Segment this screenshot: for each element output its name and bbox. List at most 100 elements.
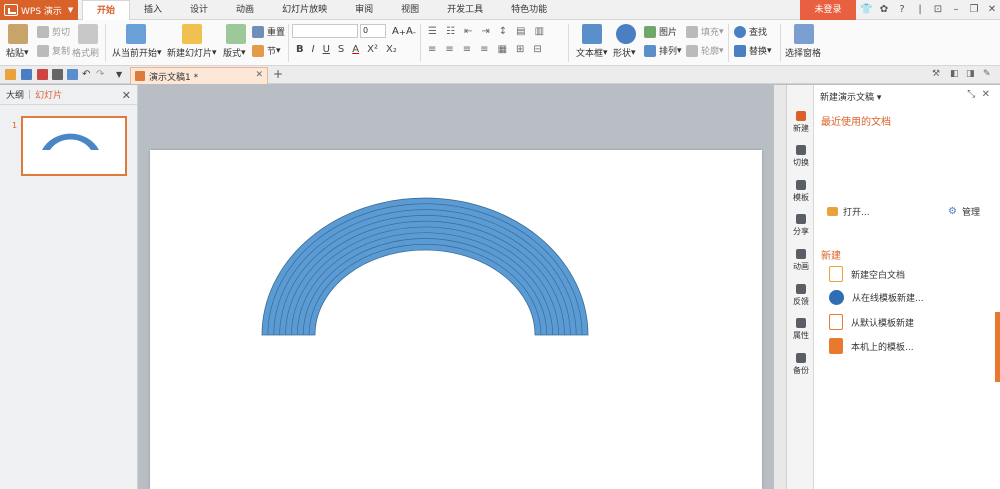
align-right-button[interactable]: ≡ bbox=[463, 44, 471, 55]
columns-button[interactable]: ▥ bbox=[535, 26, 544, 37]
print-icon[interactable] bbox=[52, 69, 63, 80]
outline-button[interactable]: 轮廓 ▾ bbox=[686, 44, 724, 57]
manage-button[interactable]: ⚙ 管理 bbox=[948, 205, 980, 218]
tab-insert[interactable]: 插入 bbox=[130, 0, 176, 20]
login-button[interactable]: 未登录 bbox=[800, 0, 856, 20]
fill-button[interactable]: 填充 ▾ bbox=[686, 25, 724, 38]
decrease-indent-button[interactable]: ⇤ bbox=[464, 26, 472, 37]
restore-ribbon-icon[interactable]: ⊡ bbox=[932, 3, 944, 16]
replace-button[interactable]: 替换 ▾ bbox=[734, 44, 772, 57]
window-icon[interactable]: ◨ bbox=[966, 69, 977, 80]
layout-icon[interactable] bbox=[226, 24, 246, 44]
tab-animation[interactable]: 动画 bbox=[222, 0, 268, 20]
close-icon[interactable]: ✕ bbox=[986, 3, 998, 16]
maximize-icon[interactable]: ❐ bbox=[968, 3, 980, 16]
rail-feedback[interactable]: 反馈 bbox=[787, 284, 815, 307]
smartart-button[interactable]: ⊟ bbox=[533, 44, 541, 55]
export-pdf-icon[interactable] bbox=[37, 69, 48, 80]
new-slide-button[interactable]: 新建幻灯片 ▾ bbox=[167, 46, 217, 60]
superscript-button[interactable]: X² bbox=[367, 44, 378, 55]
align-left-button[interactable]: ≡ bbox=[428, 44, 436, 55]
justify-button[interactable]: ≡ bbox=[480, 44, 488, 55]
align-center-button[interactable]: ≡ bbox=[445, 44, 453, 55]
italic-button[interactable]: I bbox=[312, 44, 315, 55]
shape-icon[interactable] bbox=[616, 24, 636, 44]
wps-app-menu-button[interactable]: WPS 演示 ▼ bbox=[0, 0, 78, 20]
distribute-button[interactable]: ▦ bbox=[498, 44, 507, 55]
doc-icon[interactable]: ◧ bbox=[950, 69, 961, 80]
rail-backup[interactable]: 备份 bbox=[787, 353, 815, 376]
slideshow-icon[interactable] bbox=[126, 24, 146, 44]
open-button[interactable]: 打开... bbox=[827, 205, 870, 218]
open-icon[interactable] bbox=[5, 69, 16, 80]
tab-view[interactable]: 视图 bbox=[387, 0, 433, 20]
tab-review[interactable]: 审阅 bbox=[341, 0, 387, 20]
print-preview-icon[interactable] bbox=[67, 69, 78, 80]
save-icon[interactable] bbox=[21, 69, 32, 80]
shape-button[interactable]: 形状 ▾ bbox=[613, 46, 636, 60]
cut-button[interactable]: 剪切 bbox=[37, 25, 70, 38]
format-painter-button[interactable]: 格式刷 bbox=[72, 46, 99, 59]
tab-developer[interactable]: 开发工具 bbox=[433, 0, 497, 20]
tab-outline[interactable]: 大纲 bbox=[6, 88, 24, 101]
textbox-button[interactable]: 文本框 ▾ bbox=[576, 46, 608, 60]
close-pane-icon[interactable]: ✕ bbox=[982, 89, 990, 100]
feedback-icon[interactable]: ✿ bbox=[878, 3, 890, 16]
tab-home[interactable]: 开始 bbox=[82, 0, 131, 21]
tab-design[interactable]: 设计 bbox=[176, 0, 222, 20]
pane-resize-handle[interactable] bbox=[995, 312, 1000, 382]
numbering-button[interactable]: ☷ bbox=[446, 26, 455, 37]
skin-icon[interactable]: 👕 bbox=[860, 3, 872, 16]
textbox-icon[interactable] bbox=[582, 24, 602, 44]
tab-slides[interactable]: 幻灯片 bbox=[35, 88, 62, 101]
new-slide-icon[interactable] bbox=[182, 24, 202, 44]
font-size-select[interactable]: 0 bbox=[360, 24, 386, 38]
rail-animation[interactable]: 动画 bbox=[787, 249, 815, 272]
tab-slideshow[interactable]: 幻灯片放映 bbox=[268, 0, 341, 20]
help-icon[interactable]: ? bbox=[896, 3, 908, 16]
new-blank-item[interactable]: 新建空白文档 bbox=[829, 266, 905, 282]
paste-icon[interactable] bbox=[8, 24, 28, 44]
reset-button[interactable]: 重置 bbox=[252, 25, 285, 38]
underline-button[interactable]: U bbox=[323, 44, 330, 55]
copy-button[interactable]: 复制 bbox=[37, 44, 70, 57]
tab-special[interactable]: 特色功能 bbox=[497, 0, 561, 20]
align-text-button[interactable]: ⊞ bbox=[516, 44, 524, 55]
customize-toolbar-icon[interactable]: ▼ bbox=[116, 69, 127, 80]
paste-button[interactable]: 粘贴 ▾ bbox=[6, 46, 29, 60]
rail-properties[interactable]: 属性 bbox=[787, 318, 815, 341]
from-current-button[interactable]: 从当前开始 ▾ bbox=[112, 46, 162, 60]
text-direction-button[interactable]: ▤ bbox=[516, 26, 525, 37]
shrink-font-button[interactable]: A- bbox=[406, 26, 416, 37]
dock-icon[interactable]: ⤡ bbox=[967, 89, 975, 100]
default-template-item[interactable]: 从默认模板新建 bbox=[829, 314, 914, 330]
slide-thumbnail[interactable] bbox=[21, 116, 127, 176]
wand-icon[interactable]: ✎ bbox=[983, 69, 994, 80]
rail-share[interactable]: 分享 bbox=[787, 214, 815, 237]
close-tab-icon[interactable]: ✕ bbox=[255, 70, 263, 80]
layout-button[interactable]: 版式 ▾ bbox=[223, 46, 246, 60]
bold-button[interactable]: B bbox=[296, 44, 304, 55]
bullets-button[interactable]: ☰ bbox=[428, 26, 437, 37]
new-tab-button[interactable]: + bbox=[273, 67, 283, 81]
document-tab[interactable]: 演示文稿1 * ✕ bbox=[130, 67, 268, 84]
picture-button[interactable]: 图片 bbox=[644, 25, 677, 38]
slide-canvas[interactable] bbox=[150, 150, 762, 489]
grow-font-button[interactable]: A + bbox=[392, 26, 406, 37]
arc-shape[interactable] bbox=[150, 150, 762, 489]
vertical-scrollbar[interactable] bbox=[774, 85, 786, 489]
rail-new[interactable]: 新建 bbox=[787, 111, 815, 134]
task-pane-title[interactable]: 新建演示文稿 ▾ bbox=[820, 90, 881, 103]
line-spacing-button[interactable]: ↕ bbox=[499, 26, 507, 37]
subscript-button[interactable]: X₂ bbox=[386, 44, 397, 55]
find-button[interactable]: 查找 bbox=[734, 25, 767, 38]
strike-button[interactable]: S bbox=[338, 44, 344, 55]
selection-pane-icon[interactable] bbox=[794, 24, 814, 44]
close-panel-icon[interactable]: ✕ bbox=[122, 89, 131, 102]
local-template-item[interactable]: 本机上的模板... bbox=[829, 338, 914, 354]
increase-indent-button[interactable]: ⇥ bbox=[481, 26, 489, 37]
selection-pane-button[interactable]: 选择窗格 bbox=[785, 46, 821, 59]
tool-icon[interactable]: ⚒ bbox=[932, 69, 943, 80]
redo-icon[interactable]: ↷ bbox=[96, 69, 107, 80]
undo-icon[interactable]: ↶ bbox=[82, 69, 93, 80]
